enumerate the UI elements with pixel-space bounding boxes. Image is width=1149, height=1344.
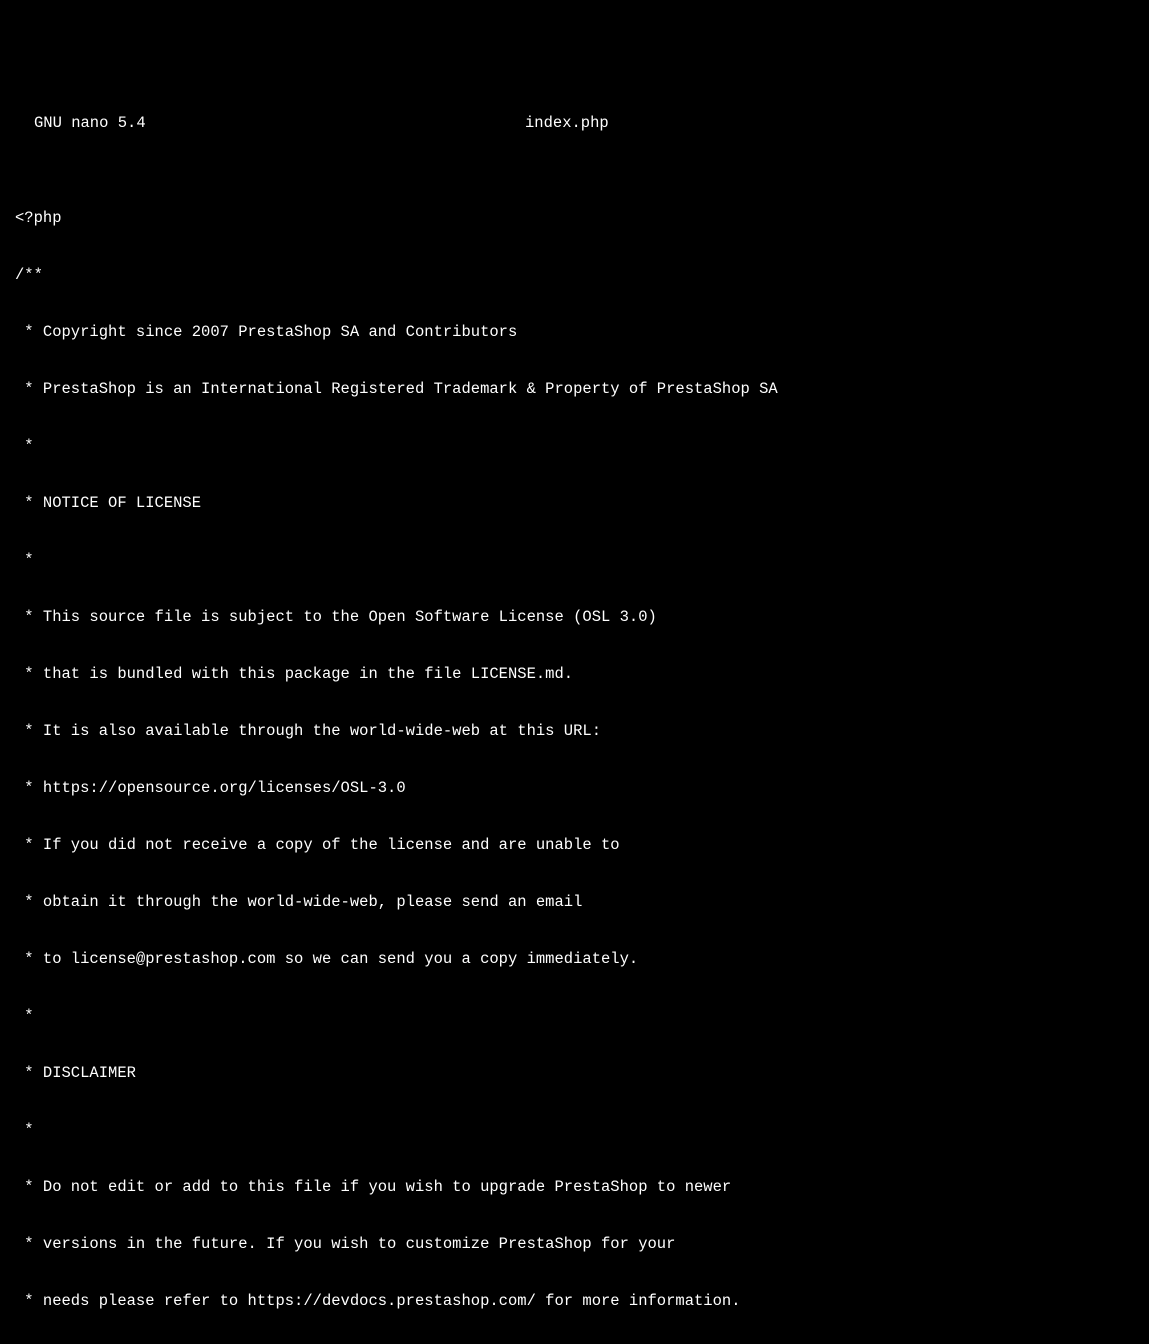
code-line: * to license@prestashop.com so we can se…	[15, 950, 1149, 969]
code-line: * Copyright since 2007 PrestaShop SA and…	[15, 323, 1149, 342]
code-line: * needs please refer to https://devdocs.…	[15, 1292, 1149, 1311]
code-line: * versions in the future. If you wish to…	[15, 1235, 1149, 1254]
code-line: *	[15, 551, 1149, 570]
editor-header: GNU nano 5.4 index.php	[0, 114, 1149, 133]
code-line: * PrestaShop is an International Registe…	[15, 380, 1149, 399]
editor-content[interactable]: <?php /** * Copyright since 2007 PrestaS…	[0, 171, 1149, 1344]
code-line: *	[15, 1007, 1149, 1026]
code-line: * DISCLAIMER	[15, 1064, 1149, 1083]
app-name: GNU nano 5.4	[0, 114, 525, 133]
code-line: * Do not edit or add to this file if you…	[15, 1178, 1149, 1197]
code-line: * It is also available through the world…	[15, 722, 1149, 741]
code-line: *	[15, 1121, 1149, 1140]
filename: index.php	[525, 114, 609, 133]
code-line: <?php	[15, 209, 1149, 228]
code-line: * If you did not receive a copy of the l…	[15, 836, 1149, 855]
code-line: * that is bundled with this package in t…	[15, 665, 1149, 684]
code-line: * obtain it through the world-wide-web, …	[15, 893, 1149, 912]
code-line: * NOTICE OF LICENSE	[15, 494, 1149, 513]
code-line: * This source file is subject to the Ope…	[15, 608, 1149, 627]
code-line: /**	[15, 266, 1149, 285]
code-line: *	[15, 437, 1149, 456]
code-line: * https://opensource.org/licenses/OSL-3.…	[15, 779, 1149, 798]
terminal-editor[interactable]: GNU nano 5.4 index.php <?php /** * Copyr…	[0, 76, 1149, 1344]
